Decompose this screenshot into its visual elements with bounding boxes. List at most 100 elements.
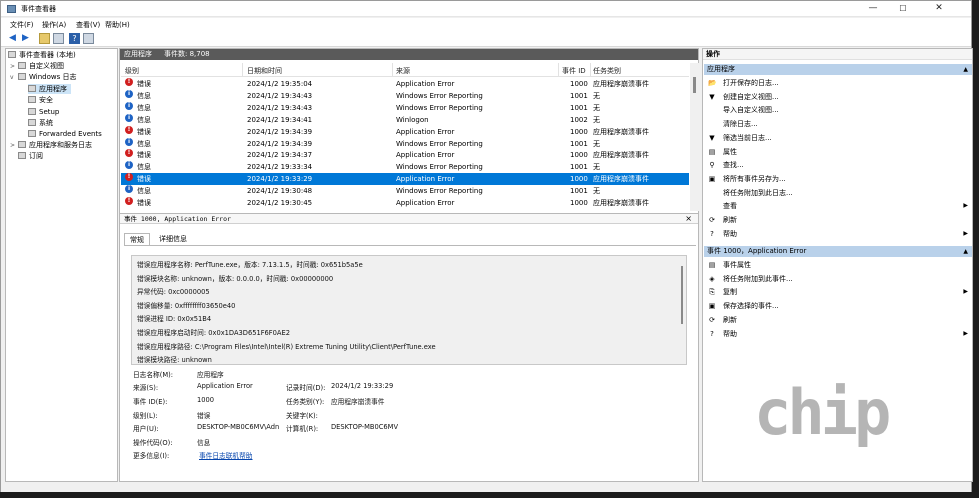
column-task-category[interactable]: 任务类别	[593, 66, 621, 76]
action-item[interactable]: ▤ 属性	[704, 146, 972, 158]
column-divider[interactable]	[242, 63, 243, 76]
event-description-box[interactable]: 错误应用程序名称: PerfTune.exe，版本: 7.13.1.5，时间戳:…	[131, 255, 687, 365]
tree-item-system[interactable]: 系统	[28, 118, 53, 128]
close-icon[interactable]: ×	[685, 214, 692, 224]
forward-arrow-icon[interactable]: ▶	[20, 33, 31, 44]
tree-custom-views[interactable]: > 自定义视图	[10, 61, 64, 71]
action-item[interactable]: ⟳ 刷新	[704, 314, 972, 326]
cell-source: Application Error	[396, 199, 455, 207]
tree-windows-logs[interactable]: v Windows 日志	[10, 72, 76, 82]
cell-level: 错误	[137, 151, 151, 160]
log-header-bar: 应用程序 事件数: 8,708	[120, 49, 698, 60]
action-item[interactable]: ⟳ 刷新	[704, 214, 972, 226]
source-label: 来源(S):	[133, 384, 159, 392]
scrollbar-thumb[interactable]	[693, 77, 696, 93]
collapse-icon[interactable]: ▲	[963, 64, 968, 75]
error-icon: !	[125, 173, 133, 182]
tree-app-service-logs[interactable]: > 应用程序和服务日志	[10, 140, 92, 150]
title-bar: 事件查看器 — ☐ ✕	[1, 1, 971, 17]
window-title: 事件查看器	[21, 5, 56, 13]
actions-section-event[interactable]: 事件 1000，Application Error ▲	[704, 246, 972, 257]
folder-icon[interactable]	[39, 33, 50, 44]
description-scrollbar[interactable]	[679, 266, 685, 324]
close-button[interactable]: ✕	[919, 1, 959, 17]
cell-task-category: 无	[593, 163, 600, 172]
column-level[interactable]: 级别	[125, 66, 139, 76]
tree-root[interactable]: 事件查看器 (本地)	[8, 50, 76, 60]
error-icon: !	[125, 197, 133, 205]
event-list-scrollbar[interactable]	[690, 63, 699, 211]
menu-file[interactable]: 文件(F)	[10, 20, 34, 30]
table-row[interactable]: i 信息 2024/1/2 19:33:34 Windows Error Report…	[121, 161, 689, 173]
minimize-button[interactable]: —	[859, 1, 887, 17]
action-item[interactable]: ? 帮助 ▶	[704, 328, 972, 340]
tree-item-forwarded-events[interactable]: Forwarded Events	[28, 129, 102, 139]
tree-item-security[interactable]: 安全	[28, 95, 53, 105]
task-value: 应用程序崩溃事件	[331, 398, 385, 406]
table-row[interactable]: i 信息 2024/1/2 19:34:43 Windows Error Report…	[121, 101, 689, 114]
more-info-label: 更多信息(I):	[133, 452, 170, 460]
action-item[interactable]: 清除日志...	[704, 118, 972, 130]
action-item[interactable]: ▼ 创建自定义视图...	[704, 91, 972, 103]
table-row[interactable]: i 信息 2024/1/2 19:30:48 Windows Error Report…	[121, 185, 689, 197]
action-item[interactable]: ▣ 保存选择的事件...	[704, 300, 972, 312]
column-datetime[interactable]: 日期和时间	[247, 66, 282, 76]
action-item[interactable]: 将任务附加到此日志...	[704, 187, 972, 199]
table-row[interactable]: i 信息 2024/1/2 19:34:39 Windows Error Report…	[121, 137, 689, 150]
action-item[interactable]: ▣ 将所有事件另存为...	[704, 173, 972, 185]
cell-level: 信息	[137, 91, 151, 100]
cell-task-category: 应用程序崩溃事件	[593, 151, 649, 160]
log-icon	[28, 85, 36, 92]
action-item[interactable]: 查看 ▶	[704, 200, 972, 212]
column-divider[interactable]	[558, 63, 559, 76]
table-row[interactable]: ! 错误 2024/1/2 19:30:45 Application Error 100…	[121, 197, 689, 209]
action-item[interactable]: ⎘ 复制 ▶	[704, 286, 972, 298]
menu-help[interactable]: 帮助(H)	[105, 20, 130, 30]
column-source[interactable]: 来源	[396, 66, 410, 76]
action-item[interactable]: ? 帮助 ▶	[704, 228, 972, 240]
cell-event-id: 1002	[570, 115, 588, 124]
column-event-id[interactable]: 事件 ID	[562, 66, 586, 76]
show-pane-icon[interactable]	[83, 33, 94, 44]
log-name: 应用程序	[124, 50, 152, 58]
scrollbar-thumb[interactable]	[681, 266, 683, 324]
chevron-down-icon[interactable]: v	[10, 73, 18, 83]
action-item[interactable]: 📂 打开保存的日志...	[704, 77, 972, 89]
help-icon[interactable]: ?	[69, 33, 80, 44]
table-row[interactable]: ! 错误 2024/1/2 19:34:39 Application Error 100…	[121, 125, 689, 138]
tree-subscriptions[interactable]: 订阅	[18, 151, 43, 161]
cell-level: 错误	[137, 175, 151, 184]
tree-item-application[interactable]: 应用程序	[28, 84, 71, 94]
column-divider[interactable]	[590, 63, 591, 76]
menu-view[interactable]: 查看(V)	[76, 20, 100, 30]
cell-level: 信息	[137, 115, 151, 124]
action-item[interactable]: ⚲ 查找...	[704, 159, 972, 171]
console-tree-icon[interactable]	[53, 33, 64, 44]
table-row[interactable]: i 信息 2024/1/2 19:34:41 Winlogon 1002 无	[121, 113, 689, 126]
table-row[interactable]: ! 错误 2024/1/2 19:34:37 Application Error 100…	[121, 149, 689, 161]
save-icon: ▣	[708, 174, 716, 183]
action-label: 查找...	[723, 161, 744, 170]
tree-item-setup[interactable]: Setup	[28, 107, 59, 117]
keywords-label: 关键字(K):	[286, 412, 318, 420]
online-help-link[interactable]: 事件日志联机帮助	[199, 450, 253, 460]
chevron-right-icon[interactable]: >	[10, 141, 18, 151]
actions-section-application[interactable]: 应用程序 ▲	[704, 64, 972, 75]
log-icon	[28, 119, 36, 126]
console-tree: 事件查看器 (本地) > 自定义视图 v Windows 日志 应用程序 安全 Se…	[5, 48, 118, 482]
table-row[interactable]: i 信息 2024/1/2 19:34:43 Windows Error Report…	[121, 89, 689, 102]
action-item[interactable]: ◈ 将任务附加到此事件...	[704, 273, 972, 285]
action-item[interactable]: ▼ 筛选当前日志...	[704, 132, 972, 144]
collapse-icon[interactable]: ▲	[963, 246, 968, 257]
menu-action[interactable]: 操作(A)	[42, 20, 66, 30]
action-label: 创建自定义视图...	[723, 92, 779, 101]
table-row[interactable]: ! 错误 2024/1/2 19:33:29 Application Error 100…	[121, 173, 689, 186]
submenu-arrow-icon: ▶	[963, 202, 968, 210]
back-arrow-icon[interactable]: ◀	[7, 33, 18, 44]
column-divider[interactable]	[392, 63, 393, 76]
table-row[interactable]: ! 错误 2024/1/2 19:35:04 Application Error 100…	[121, 78, 689, 90]
maximize-button[interactable]: ☐	[889, 1, 917, 17]
action-item[interactable]: ▤ 事件属性	[704, 259, 972, 271]
chevron-right-icon[interactable]: >	[10, 62, 18, 72]
action-item[interactable]: 导入自定义视图...	[704, 104, 972, 116]
